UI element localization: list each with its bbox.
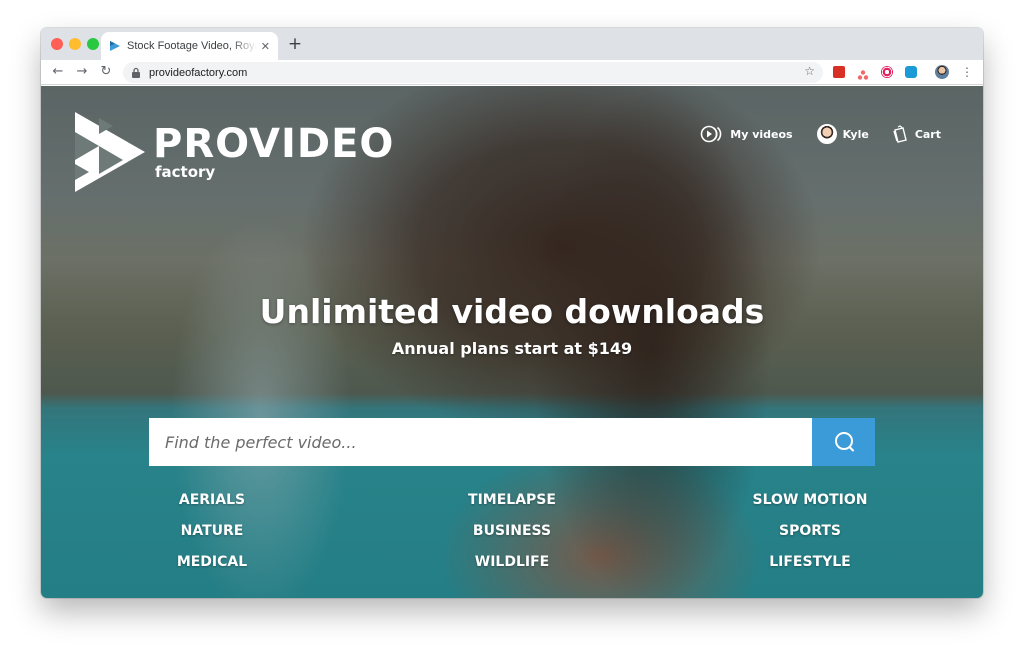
top-navigation: My videos Kyle Cart <box>676 124 941 144</box>
search-icon <box>834 432 854 452</box>
back-arrow-icon[interactable]: ← <box>49 63 67 81</box>
category-nature[interactable]: NATURE <box>102 523 322 539</box>
search-bar <box>149 418 875 466</box>
forward-arrow-icon[interactable]: → <box>73 63 91 81</box>
minimize-window-button[interactable] <box>69 38 81 50</box>
tab-strip: Stock Footage Video, Royalty-Free ✕ + <box>41 28 983 60</box>
close-window-button[interactable] <box>51 38 63 50</box>
logo-wordmark: PROVIDEO <box>153 121 395 167</box>
search-input[interactable] <box>149 418 812 466</box>
extension-asana-icon[interactable] <box>857 66 869 80</box>
category-wildlife[interactable]: WILDLIFE <box>402 554 622 570</box>
address-toolbar: ← → ↻ provideofactory.com ☆ ⋮ <box>41 60 983 85</box>
category-medical[interactable]: MEDICAL <box>102 554 322 570</box>
category-sports[interactable]: SPORTS <box>700 523 920 539</box>
category-aerials[interactable]: AERIALS <box>102 492 322 508</box>
cart-link[interactable]: Cart <box>893 125 941 143</box>
hero-subheadline: Annual plans start at $149 <box>391 339 633 358</box>
cart-icon <box>893 125 907 143</box>
tab-title: Stock Footage Video, Royalty-Free <box>127 40 257 52</box>
my-videos-link[interactable]: My videos <box>700 125 793 143</box>
cart-label: Cart <box>914 127 941 141</box>
search-button[interactable] <box>812 418 875 466</box>
user-account-link[interactable]: Kyle <box>816 124 869 144</box>
lock-icon <box>131 67 141 78</box>
category-timelapse[interactable]: TIMELAPSE <box>402 492 622 508</box>
tab-close-icon[interactable]: ✕ <box>261 40 270 53</box>
category-lifestyle[interactable]: LIFESTYLE <box>700 554 920 570</box>
extension-target-icon[interactable] <box>881 66 893 78</box>
url-text: provideofactory.com <box>149 66 248 79</box>
active-tab[interactable]: Stock Footage Video, Royalty-Free ✕ <box>101 32 278 60</box>
profile-avatar-icon[interactable] <box>935 65 949 79</box>
my-videos-label: My videos <box>730 127 793 141</box>
address-bar[interactable]: provideofactory.com ☆ <box>123 62 823 83</box>
hero-section: PROVIDEO factory My videos Kyle Cart Unl… <box>41 86 983 598</box>
hero-headline: Unlimited video downloads <box>259 292 765 331</box>
new-tab-button[interactable]: + <box>285 34 305 54</box>
extension-blue-icon[interactable] <box>905 66 917 78</box>
browser-window: Stock Footage Video, Royalty-Free ✕ + ← … <box>41 28 983 598</box>
reload-icon[interactable]: ↻ <box>97 63 115 81</box>
user-name-label: Kyle <box>842 127 869 141</box>
maximize-window-button[interactable] <box>87 38 99 50</box>
user-avatar <box>816 124 837 144</box>
kebab-menu-icon[interactable]: ⋮ <box>961 63 973 81</box>
provideo-favicon-icon <box>109 40 121 52</box>
category-slow-motion[interactable]: SLOW MOTION <box>700 492 920 508</box>
my-videos-icon <box>700 125 722 143</box>
site-logo[interactable]: PROVIDEO factory <box>73 112 394 192</box>
bookmark-star-icon[interactable]: ☆ <box>804 64 815 78</box>
extension-red-icon[interactable] <box>833 66 845 78</box>
provideo-logo-icon <box>75 112 145 192</box>
category-business[interactable]: BUSINESS <box>402 523 622 539</box>
